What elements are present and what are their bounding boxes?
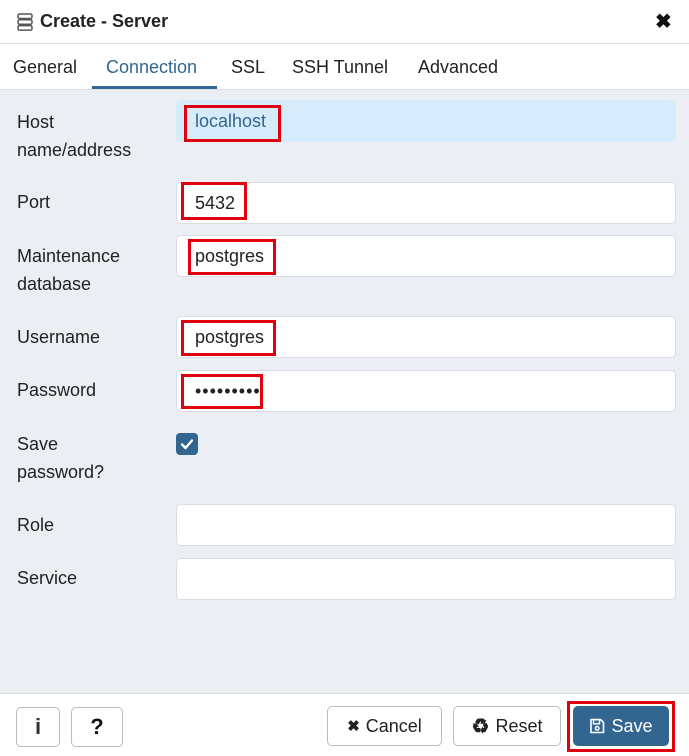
maintenance-db-label-line1: Maintenance [17, 246, 121, 266]
host-label-line2: name/address [17, 140, 132, 160]
server-icon [17, 13, 33, 31]
save-password-label-line1: Save [17, 434, 59, 454]
save-password-label: Save password? [17, 430, 104, 486]
role-label: Role [17, 515, 55, 535]
service-label: Service [17, 568, 78, 588]
close-icon[interactable]: ✖ [655, 12, 672, 32]
service-input[interactable] [176, 558, 676, 600]
maintenance-db-label: Maintenance database [17, 242, 120, 298]
port-label: Port [17, 192, 51, 212]
username-highlight-box [181, 320, 276, 356]
tab-advanced[interactable]: Advanced [418, 57, 498, 78]
help-button[interactable]: ? [71, 707, 123, 747]
dialog-footer: i ? ✖ Cancel ♻ Reset Save [0, 693, 689, 756]
info-button[interactable]: i [16, 707, 60, 747]
save-highlight-box [567, 701, 675, 752]
port-input[interactable]: 5432 [176, 182, 676, 224]
role-input[interactable] [176, 504, 676, 546]
save-password-label-line2: password? [17, 462, 105, 482]
tab-connection[interactable]: Connection [106, 57, 197, 78]
cancel-button[interactable]: ✖ Cancel [327, 706, 442, 746]
maintenance-db-highlight-box [188, 239, 276, 275]
tab-bar: General Connection SSL SSH Tunnel Advanc… [0, 44, 689, 90]
password-label: Password [17, 380, 97, 400]
port-highlight-box [181, 182, 247, 220]
cancel-button-label: Cancel [365, 715, 422, 736]
question-icon: ? [90, 714, 104, 739]
info-icon: i [34, 714, 42, 739]
save-password-checkbox[interactable] [176, 433, 198, 455]
dialog-title: Create - Server [40, 11, 169, 31]
username-label: Username [17, 327, 101, 347]
tab-ssh-tunnel[interactable]: SSH Tunnel [292, 57, 388, 78]
tab-general[interactable]: General [13, 57, 77, 78]
host-label: Host name/address [17, 108, 131, 164]
checkmark-icon [180, 439, 194, 450]
active-tab-indicator [92, 86, 217, 89]
times-icon: ✖ [347, 718, 360, 735]
reset-button[interactable]: ♻ Reset [453, 706, 561, 746]
password-highlight-box [181, 374, 263, 409]
maintenance-db-label-line2: database [17, 274, 92, 294]
host-highlight-box [184, 105, 281, 142]
tab-ssl[interactable]: SSL [231, 57, 265, 78]
reset-button-label: Reset [495, 715, 543, 736]
recycle-icon: ♻ [471, 715, 490, 738]
host-label-line1: Host [17, 112, 55, 132]
dialog-titlebar: Create - Server ✖ [0, 0, 689, 44]
